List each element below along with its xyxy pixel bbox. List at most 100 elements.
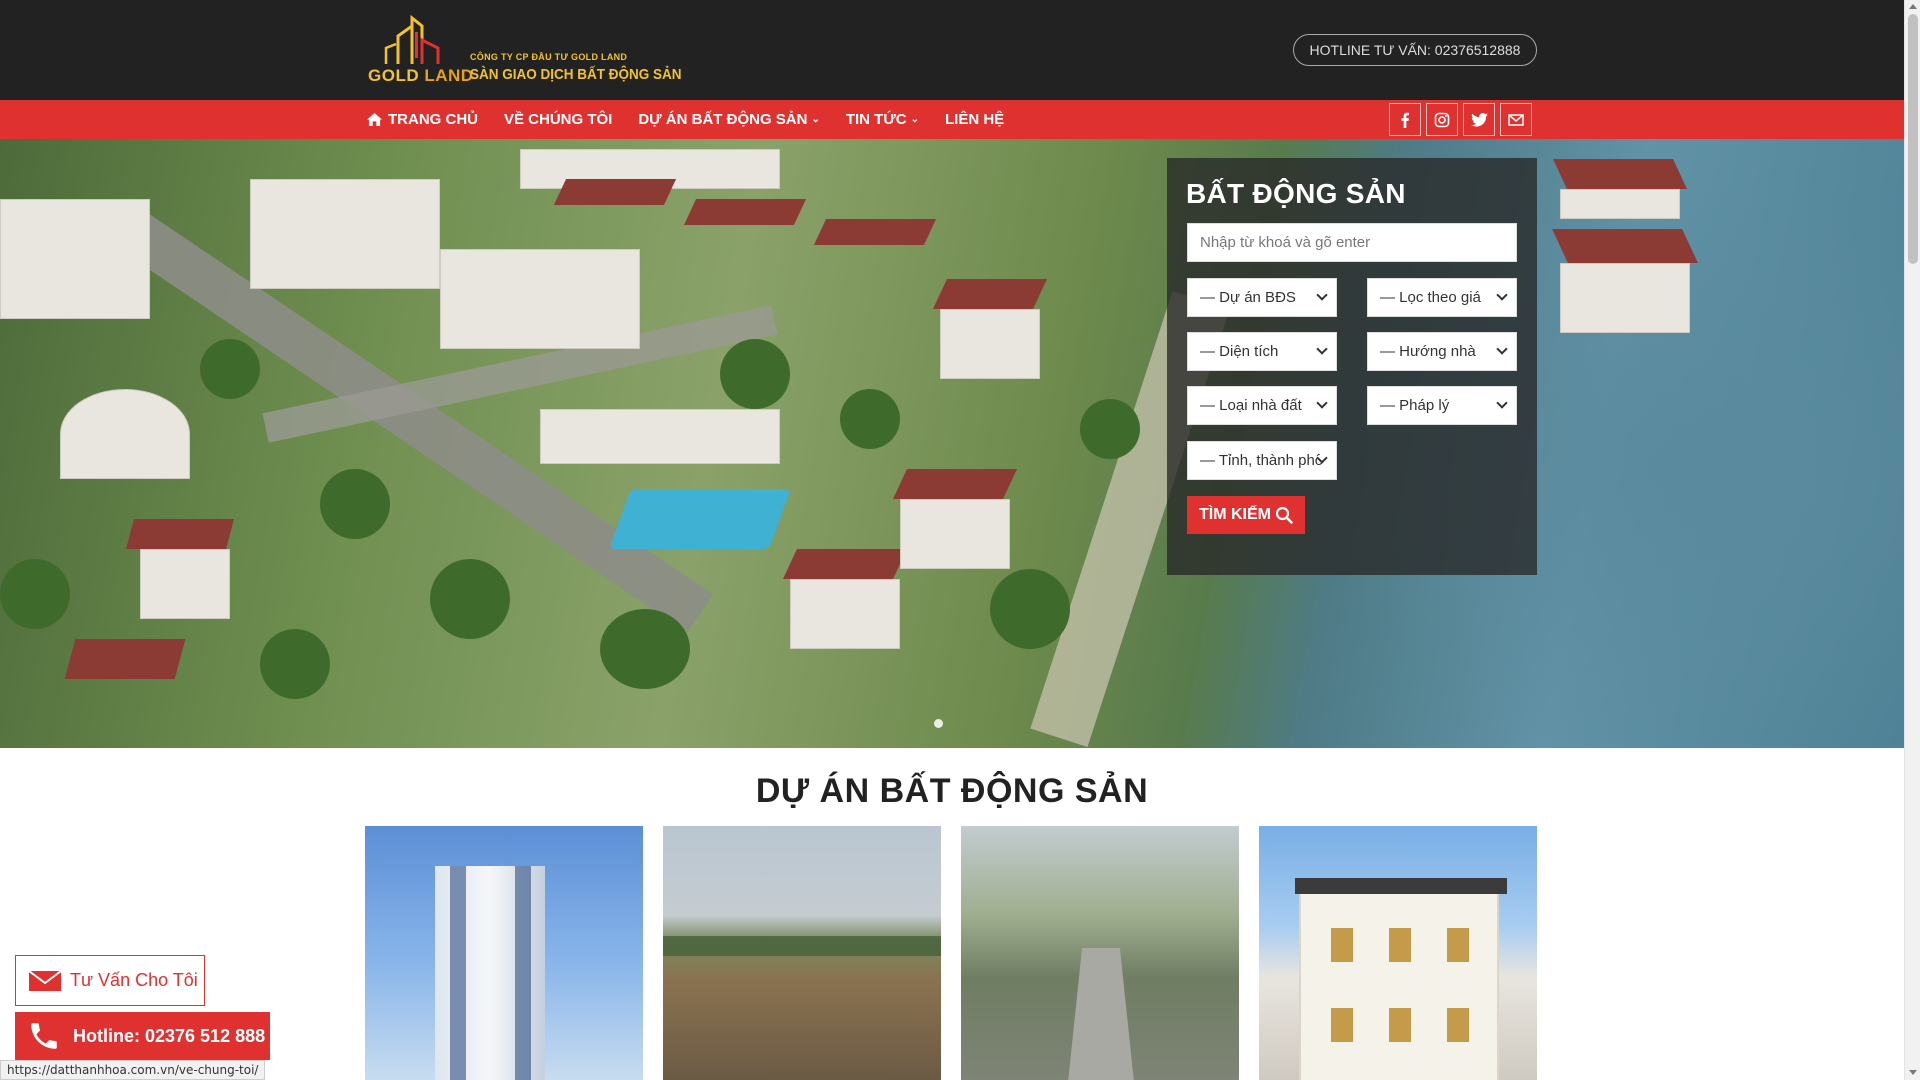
villa-window (1447, 1008, 1469, 1042)
hero-building (60, 389, 190, 479)
hero-villa (140, 549, 230, 619)
select-value: — Lọc theo giá (1380, 289, 1481, 306)
nav-item-label: LIÊN HỆ (945, 111, 1005, 128)
hero-roof (893, 469, 1017, 499)
facebook-button[interactable] (1389, 103, 1421, 136)
projects-heading: DỰ ÁN BẤT ĐỘNG SẢN (755, 772, 1149, 810)
project-card[interactable] (663, 826, 941, 1080)
chevron-down-icon (1316, 343, 1328, 355)
select-value: — Tỉnh, thành phố (1200, 452, 1324, 469)
select-value: — Dự án BĐS (1200, 289, 1296, 306)
project-image-road (1064, 948, 1138, 1080)
slider-dot[interactable] (934, 719, 943, 728)
hero-roof (683, 199, 807, 225)
scroll-up-arrow-icon[interactable] (1909, 4, 1917, 9)
hero-tree (600, 609, 690, 689)
villa-window (1331, 928, 1353, 962)
scroll-down-arrow-icon[interactable] (1909, 1070, 1917, 1075)
nav-menu: TRANG CHỦ VỀ CHÚNG TÔI DỰ ÁN BẤT ĐỘNG SẢ… (367, 100, 1030, 139)
villa-window (1389, 1008, 1411, 1042)
hero-villa (900, 499, 1010, 569)
direction-select[interactable]: — Hướng nhà (1367, 332, 1517, 371)
hero-roof (125, 519, 235, 549)
nav-item-about[interactable]: VỀ CHÚNG TÔI (504, 100, 612, 139)
hero-tree (430, 559, 510, 639)
legal-select[interactable]: — Pháp lý (1367, 386, 1517, 425)
nav-item-projects[interactable]: DỰ ÁN BẤT ĐỘNG SẢN ⌄ (638, 100, 820, 139)
nav-item-label: DỰ ÁN BẤT ĐỘNG SẢN (638, 111, 808, 128)
hero-tree (320, 469, 390, 539)
chevron-down-icon: ⌄ (910, 114, 920, 125)
hero-tree (720, 339, 790, 409)
select-value: — Hướng nhà (1380, 343, 1476, 360)
hotline-pill[interactable]: HOTLINE TƯ VẤN: 02376512888 (1293, 34, 1537, 66)
instagram-button[interactable] (1426, 103, 1458, 136)
search-button[interactable]: TÌM KIẾM (1187, 496, 1305, 534)
hotline-button[interactable]: Hotline: 02376 512 888 (15, 1012, 270, 1060)
nav-item-contact[interactable]: LIÊN HỆ (945, 100, 1004, 139)
nav-item-home[interactable]: TRANG CHỦ (367, 100, 478, 139)
home-icon (367, 113, 382, 126)
area-select[interactable]: — Diện tích (1187, 332, 1337, 371)
project-card[interactable] (961, 826, 1239, 1080)
twitter-button[interactable] (1463, 103, 1495, 136)
scrollbar-thumb[interactable] (1908, 14, 1918, 264)
email-icon (1508, 113, 1524, 126)
project-image-villa (1295, 878, 1507, 1080)
hero-roof (783, 549, 907, 579)
hero-tree (840, 389, 900, 449)
page-scrollbar[interactable] (1904, 0, 1920, 1080)
hero-roof (64, 639, 186, 679)
nav-item-news[interactable]: TIN TỨC ⌄ (846, 100, 919, 139)
hero-banner (0, 139, 1904, 748)
instagram-icon (1434, 112, 1450, 127)
hero-villa (1560, 189, 1680, 219)
project-card[interactable] (1259, 826, 1537, 1080)
search-input[interactable] (1187, 223, 1517, 262)
page: GOLD LAND CÔNG TY CP ĐẦU TƯ GOLD LAND SÀ… (0, 0, 1920, 1080)
logo-buildings-icon (384, 14, 440, 64)
search-title: BẤT ĐỘNG SẢN (1186, 178, 1406, 209)
project-image-land (663, 936, 941, 956)
chevron-down-icon (1496, 289, 1508, 301)
logo-brand: GOLD LAND (368, 66, 474, 86)
select-value: — Loại nhà đất (1200, 397, 1302, 414)
logo-brand-gold: GOLD (368, 66, 420, 85)
hero-tree (1080, 399, 1140, 459)
hotline-label: Hotline: 02376 512 888 (73, 1025, 266, 1046)
logo-company-line: CÔNG TY CP ĐẦU TƯ GOLD LAND (470, 52, 628, 62)
province-select[interactable]: — Tỉnh, thành phố (1187, 441, 1337, 480)
search-button-label: TÌM KIẾM (1199, 506, 1271, 523)
select-value: — Pháp lý (1380, 397, 1450, 414)
logo[interactable]: GOLD LAND CÔNG TY CP ĐẦU TƯ GOLD LAND SÀ… (368, 14, 688, 88)
project-select[interactable]: — Dự án BĐS (1187, 278, 1337, 317)
hero-villa (1560, 263, 1690, 333)
hero-roof (1552, 229, 1698, 263)
select-value: — Diện tích (1200, 343, 1279, 360)
envelope-icon (28, 969, 62, 991)
twitter-icon (1470, 112, 1488, 127)
hero-building (250, 179, 440, 289)
hero-building (0, 199, 150, 319)
search-panel: BẤT ĐỘNG SẢN — Dự án BĐS — Lọc theo giá … (1167, 158, 1537, 575)
type-select[interactable]: — Loại nhà đất (1187, 386, 1337, 425)
facebook-icon (1401, 112, 1409, 128)
search-icon (1275, 506, 1293, 524)
project-card[interactable] (365, 826, 643, 1080)
status-bar-url: https://datthanhhoa.com.vn/ve-chung-toi/ (0, 1060, 266, 1080)
villa-window (1331, 1008, 1353, 1042)
price-select[interactable]: — Lọc theo giá (1367, 278, 1517, 317)
nav-item-label: VỀ CHÚNG TÔI (504, 111, 613, 128)
project-image-tower (435, 866, 545, 1080)
consult-button[interactable]: Tư Vấn Cho Tôi (15, 955, 205, 1006)
chevron-down-icon (1316, 397, 1328, 409)
hero-building (540, 409, 780, 464)
chevron-down-icon (1316, 289, 1328, 301)
hero-villa (940, 309, 1040, 379)
chevron-down-icon (1496, 397, 1508, 409)
chevron-down-icon (1496, 343, 1508, 355)
email-button[interactable] (1500, 103, 1532, 136)
consult-label: Tư Vấn Cho Tôi (70, 970, 198, 990)
chevron-down-icon: ⌄ (811, 114, 820, 125)
social-links (1389, 103, 1532, 136)
